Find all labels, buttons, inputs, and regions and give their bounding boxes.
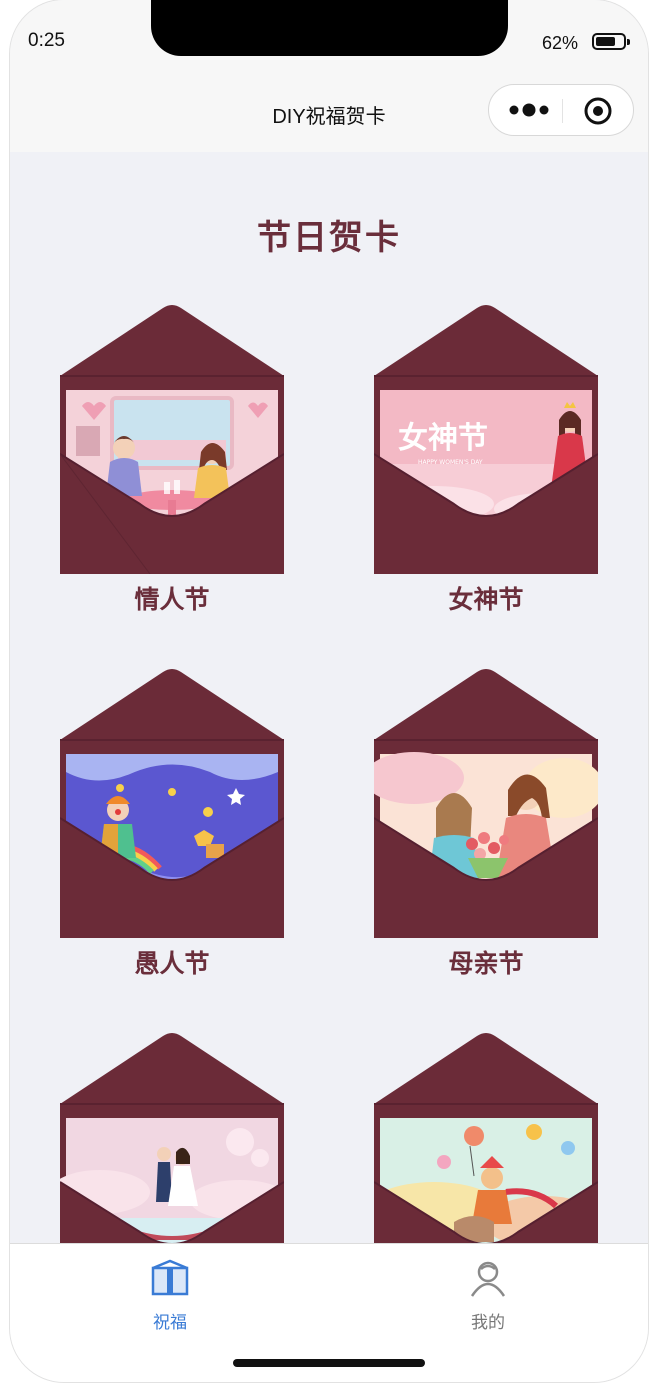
card-label: 情人节 [134,585,210,614]
capsule-divider [562,99,563,123]
phone-screen: 0:25 62% DIY祝福贺卡 节日贺卡 情人节 女神节 HAPPY WOME… [10,0,648,1382]
tab-label: 祝福 [153,1313,187,1333]
status-bar: 0:25 62% [10,0,648,70]
card-label: 母亲节 [448,949,524,978]
card-label: 愚人节 [134,949,210,978]
envelope: 女神节 HAPPY WOMEN'S DAY [374,304,598,574]
gift-box-icon [151,1259,189,1296]
section-title: 节日贺卡 [257,218,401,258]
home-indicator [233,1359,425,1367]
goddess-art-subtext: HAPPY WOMEN'S DAY [418,459,483,466]
card-mothers-day[interactable]: 母亲节 [374,668,598,978]
envelope [374,1032,598,1243]
envelope [60,668,284,938]
notch [151,0,508,56]
target-icon[interactable] [583,96,613,126]
card-label: 女神节 [448,585,524,614]
nav-bar: DIY祝福贺卡 [10,70,648,152]
envelope [60,1032,284,1243]
mini-program-capsule [488,84,634,136]
tab-blessings[interactable]: 祝福 [110,1258,230,1333]
goddess-art-text: 女神节 [398,421,488,456]
main-content: 节日贺卡 情人节 女神节 HAPPY WOMEN'S DAY 女神节 愚人节 母… [10,152,648,1243]
battery-icon [592,33,630,50]
card-wedding[interactable] [60,1032,284,1243]
more-dots-icon[interactable] [505,97,555,123]
envelope [374,668,598,938]
envelope [60,304,284,574]
card-april-fools-day[interactable]: 愚人节 [60,668,284,978]
card-goddess-day[interactable]: 女神节 HAPPY WOMEN'S DAY 女神节 [374,304,598,614]
status-time: 0:25 [28,30,65,51]
user-icon [470,1261,506,1297]
battery-percentage: 62% [542,33,579,53]
card-childrens-day[interactable] [374,1032,598,1243]
tab-mine[interactable]: 我的 [428,1258,548,1333]
card-valentines-day[interactable]: 情人节 [60,304,284,614]
tab-label: 我的 [471,1313,505,1333]
